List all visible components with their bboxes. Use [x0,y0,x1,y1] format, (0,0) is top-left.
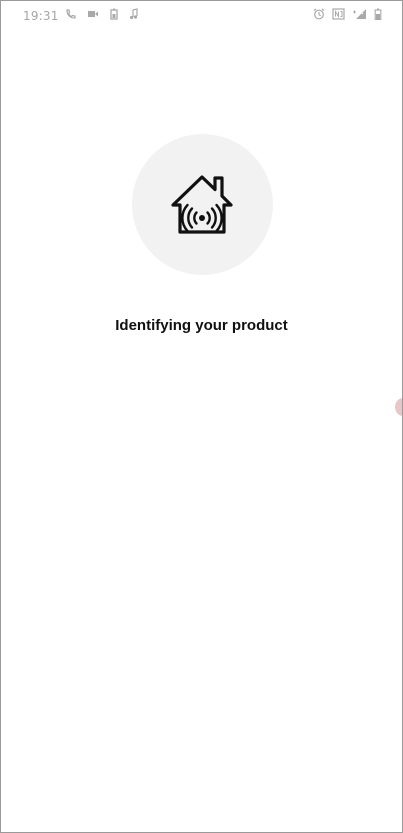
video-icon [87,8,99,20]
app-screen: 19:31 Identifying your product [0,0,403,833]
page-title: Identifying your product [115,317,288,334]
music-note-icon [129,8,139,20]
battery-saver-icon [109,8,119,20]
status-left-icons [65,8,139,20]
edge-handle[interactable] [395,398,402,416]
nfc-icon [332,8,345,20]
battery-icon [374,8,382,20]
status-time: 19:31 [23,9,59,23]
alarm-icon [313,8,325,20]
status-bar: 19:31 [1,1,402,31]
wifi-calling-icon [65,8,77,20]
smart-home-icon [171,175,233,234]
signal-icon [352,8,367,20]
hero-icon-circle [132,134,273,275]
status-right-icons [313,8,382,20]
